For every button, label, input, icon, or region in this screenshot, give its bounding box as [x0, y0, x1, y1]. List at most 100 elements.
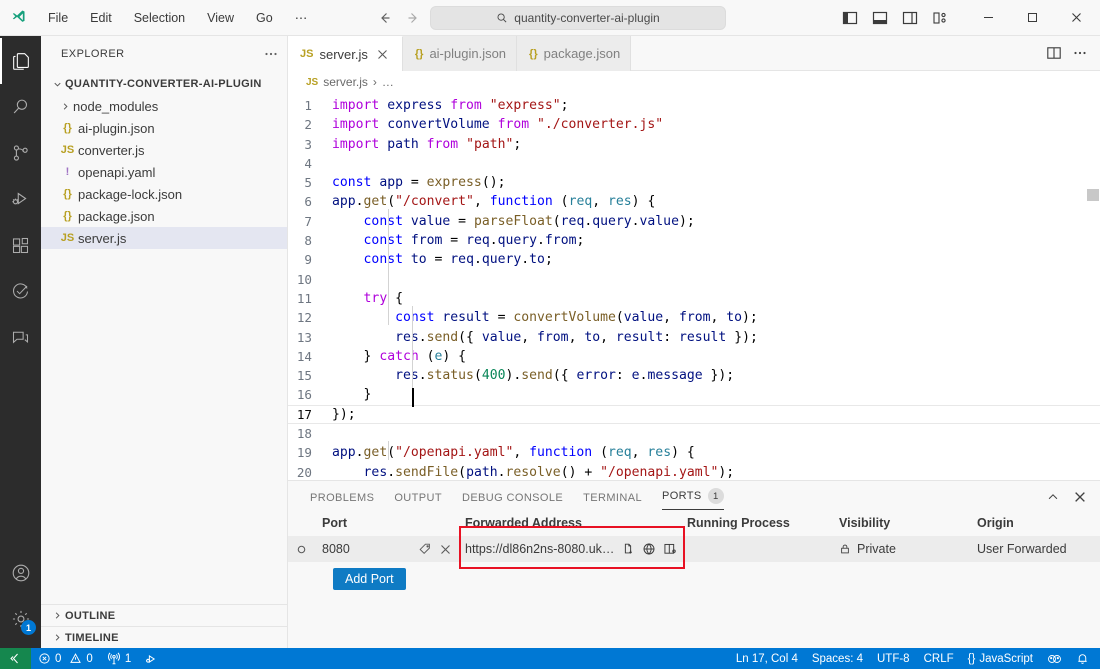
- chevron-up-icon[interactable]: [1046, 490, 1060, 504]
- status-indentation[interactable]: Spaces: 4: [805, 648, 870, 669]
- explorer-more-actions-icon[interactable]: [263, 46, 279, 62]
- search-input[interactable]: quantity-converter-ai-plugin: [430, 5, 726, 30]
- activity-extensions[interactable]: [0, 222, 41, 268]
- sidebar-section-outline[interactable]: OUTLINE: [41, 604, 287, 626]
- panel-tab-output[interactable]: OUTPUT: [384, 492, 452, 510]
- copy-icon[interactable]: [621, 542, 635, 556]
- minimize-button[interactable]: [966, 1, 1010, 35]
- activity-explorer[interactable]: [0, 38, 41, 84]
- globe-icon[interactable]: [642, 542, 656, 556]
- add-port-button[interactable]: Add Port: [333, 568, 406, 590]
- line-text[interactable]: import express from "express";: [332, 96, 1100, 115]
- status-live-share[interactable]: [1040, 648, 1069, 669]
- breadcrumb-more[interactable]: …: [382, 75, 394, 89]
- editor-scrollbar[interactable]: [1086, 93, 1100, 480]
- line-text[interactable]: const value = parseFloat(req.query.value…: [332, 212, 1100, 231]
- toggle-secondary-sidebar-icon[interactable]: [900, 8, 920, 28]
- tab-server-js[interactable]: JS server.js: [288, 36, 403, 72]
- menu-edit[interactable]: Edit: [86, 8, 116, 28]
- maximize-button[interactable]: [1010, 1, 1054, 35]
- line-number: 3: [304, 136, 312, 152]
- line-text[interactable]: import path from "path";: [332, 135, 1100, 154]
- tree-root-folder[interactable]: QUANTITY-CONVERTER-AI-PLUGIN: [41, 73, 287, 95]
- line-text[interactable]: import convertVolume from "./converter.j…: [332, 115, 1100, 134]
- line-text[interactable]: try {: [332, 289, 1100, 308]
- split-editor-icon[interactable]: [1046, 45, 1062, 61]
- source-control-icon: [10, 142, 32, 164]
- toggle-primary-sidebar-icon[interactable]: [840, 8, 860, 28]
- panel-tab-terminal[interactable]: TERMINAL: [573, 492, 652, 510]
- status-port-forward[interactable]: [138, 648, 166, 669]
- tree-item-node_modules[interactable]: node_modules: [41, 95, 287, 117]
- close-window-button[interactable]: [1054, 1, 1098, 35]
- line-text[interactable]: const to = req.query.to;: [332, 250, 1100, 269]
- close-panel-icon[interactable]: [1074, 491, 1086, 503]
- line-text[interactable]: [332, 270, 1100, 289]
- forward-arrow-icon[interactable]: [402, 7, 424, 29]
- menu-bar[interactable]: File Edit Selection View Go ⋯: [44, 7, 311, 28]
- line-text[interactable]: res.status(400).send({ error: e.message …: [332, 366, 1100, 385]
- forwarded-address-cell[interactable]: https://dl86n2ns-8080.uk…: [459, 542, 685, 556]
- status-encoding[interactable]: UTF-8: [870, 648, 917, 669]
- status-notifications[interactable]: [1069, 648, 1100, 669]
- line-text[interactable]: [332, 424, 1100, 443]
- activity-search[interactable]: [0, 84, 41, 130]
- tree-item-openapi-yaml[interactable]: ! openapi.yaml: [41, 161, 287, 183]
- panel-tab-ports[interactable]: PORTS 1: [652, 488, 734, 510]
- line-text[interactable]: } catch (e) {: [332, 347, 1100, 366]
- forwarded-address-value[interactable]: https://dl86n2ns-8080.uk…: [465, 542, 614, 556]
- remote-indicator[interactable]: [0, 648, 31, 669]
- code-content[interactable]: 1 import express from "express"; 2 import c…: [288, 93, 1100, 480]
- line-text[interactable]: [332, 154, 1100, 173]
- tree-item-converter-js[interactable]: JS converter.js: [41, 139, 287, 161]
- code-editor[interactable]: 1 import express from "express"; 2 import c…: [288, 93, 1100, 480]
- status-problems[interactable]: 0 0: [31, 648, 100, 669]
- activity-run-and-debug[interactable]: [0, 176, 41, 222]
- line-text[interactable]: app.get("/convert", function (req, res) …: [332, 192, 1100, 211]
- line-text[interactable]: const app = express();: [332, 173, 1100, 192]
- panel-tab-problems[interactable]: PROBLEMS: [300, 492, 384, 510]
- line-text[interactable]: res.send({ value, from, to, result: resu…: [332, 328, 1100, 347]
- table-row[interactable]: 8080 https://dl86n2ns-8080.uk… Private U…: [288, 536, 1100, 562]
- back-arrow-icon[interactable]: [374, 7, 396, 29]
- menu-view[interactable]: View: [203, 8, 238, 28]
- activity-account[interactable]: [0, 550, 41, 596]
- line-text[interactable]: }: [332, 385, 1100, 404]
- activity-testing[interactable]: [0, 268, 41, 314]
- tree-item-ai-plugin-json[interactable]: {} ai-plugin.json: [41, 117, 287, 139]
- status-cursor-position[interactable]: Ln 17, Col 4: [729, 648, 805, 669]
- line-text[interactable]: const from = req.query.from;: [332, 231, 1100, 250]
- tab-ai-plugin-json[interactable]: {} ai-plugin.json: [402, 36, 518, 71]
- breadcrumb-file[interactable]: server.js: [323, 75, 368, 89]
- panel-tab-debug-console[interactable]: DEBUG CONSOLE: [452, 492, 573, 510]
- activity-chat[interactable]: [0, 314, 41, 360]
- visibility-cell[interactable]: Private: [837, 542, 975, 556]
- menu-go[interactable]: Go: [252, 8, 277, 28]
- tree-item-server-js[interactable]: JS server.js: [41, 227, 287, 249]
- customize-layout-icon[interactable]: [930, 8, 950, 28]
- activity-settings[interactable]: 1: [0, 596, 41, 642]
- menu-selection[interactable]: Selection: [130, 8, 189, 28]
- activity-source-control[interactable]: [0, 130, 41, 176]
- line-text[interactable]: app.get("/openapi.yaml", function (req, …: [332, 443, 1100, 462]
- close-tab-icon[interactable]: [374, 45, 392, 63]
- menu-file[interactable]: File: [44, 8, 72, 28]
- line-text[interactable]: res.sendFile(path.resolve() + "/openapi.…: [332, 463, 1100, 480]
- breadcrumb[interactable]: JS server.js › …: [288, 71, 1100, 93]
- tree-item-package-lock-json[interactable]: {} package-lock.json: [41, 183, 287, 205]
- more-actions-icon[interactable]: [1072, 45, 1088, 61]
- tree-item-package-json[interactable]: {} package.json: [41, 205, 287, 227]
- status-language-mode[interactable]: {} JavaScript: [961, 648, 1040, 669]
- port-cell[interactable]: 8080: [314, 542, 459, 556]
- label-icon[interactable]: [418, 542, 432, 556]
- status-eol[interactable]: CRLF: [917, 648, 961, 669]
- line-text[interactable]: const result = convertVolume(value, from…: [332, 308, 1100, 327]
- tab-package-json[interactable]: {} package.json: [517, 36, 632, 71]
- toggle-panel-icon[interactable]: [870, 8, 890, 28]
- stop-forwarding-icon[interactable]: [440, 544, 451, 555]
- sidebar-section-timeline[interactable]: TIMELINE: [41, 626, 287, 648]
- menu-more[interactable]: ⋯: [291, 7, 312, 28]
- preview-in-editor-icon[interactable]: [663, 542, 677, 556]
- status-ports[interactable]: 1: [100, 648, 138, 669]
- line-text[interactable]: });: [332, 405, 1100, 424]
